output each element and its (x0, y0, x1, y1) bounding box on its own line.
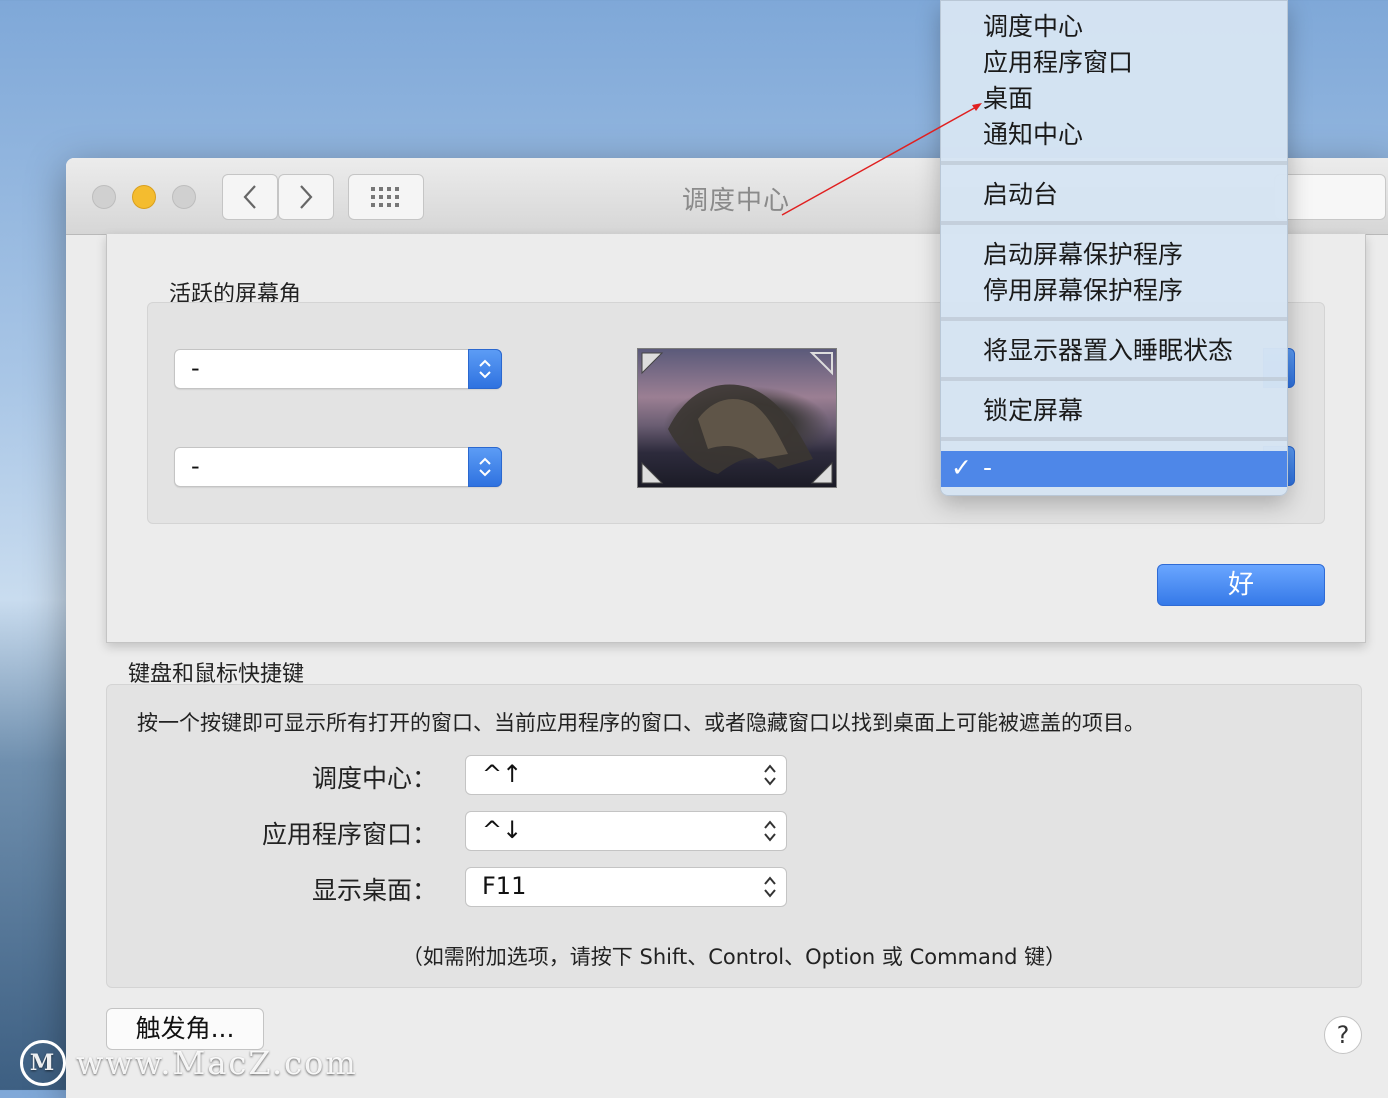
watermark: M www.MacZ.com (20, 1040, 358, 1086)
maclogo-icon: M (20, 1040, 66, 1086)
watermark-text: www.MacZ.com (76, 1044, 358, 1082)
annotation-arrow (781, 103, 982, 216)
